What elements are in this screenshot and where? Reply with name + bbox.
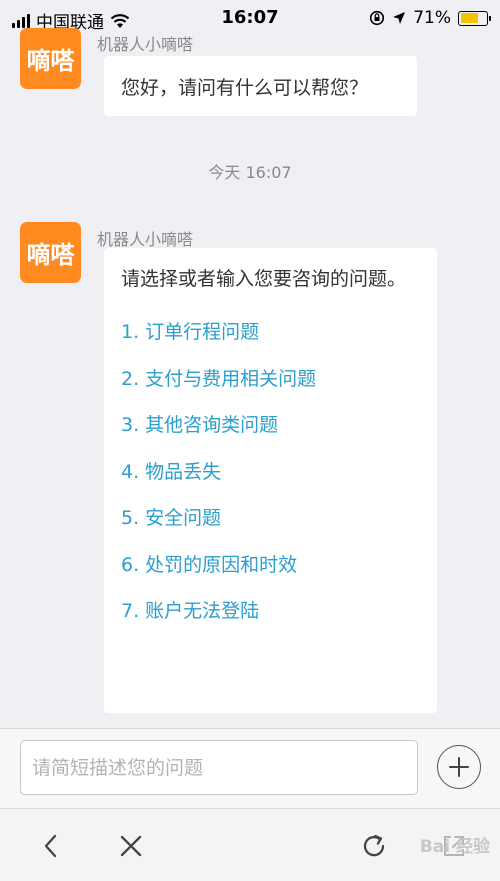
option-link[interactable]: 6. 处罚的原因和时效 [121, 550, 420, 597]
add-attachment-button[interactable] [437, 745, 481, 789]
battery-percent: 71% [413, 8, 451, 28]
option-link[interactable]: 4. 物品丢失 [121, 457, 420, 504]
battery-fill [460, 13, 479, 23]
close-icon [120, 835, 142, 857]
plus-icon [449, 757, 469, 777]
sender-name: 机器人小嘀嗒 [97, 230, 194, 249]
watermark: Bai 经验 [419, 837, 490, 857]
menu-message-bubble: 请选择或者输入您要咨询的问题。 1. 订单行程问题 2. 支付与费用相关问题 3… [104, 248, 437, 713]
option-link[interactable]: 5. 安全问题 [121, 503, 420, 550]
message-input[interactable] [20, 740, 418, 795]
rotation-lock-icon [370, 10, 385, 26]
back-button[interactable] [34, 829, 68, 863]
option-link[interactable]: 1. 订单行程问题 [121, 317, 420, 364]
reload-button[interactable] [357, 829, 391, 863]
option-link[interactable]: 7. 账户无法登陆 [121, 596, 420, 643]
battery-icon [458, 10, 491, 26]
menu-prompt: 请选择或者输入您要咨询的问题。 [121, 268, 407, 290]
question-options: 1. 订单行程问题 2. 支付与费用相关问题 3. 其他咨询类问题 4. 物品丢… [121, 317, 420, 643]
option-link[interactable]: 3. 其他咨询类问题 [121, 410, 420, 457]
option-link[interactable]: 2. 支付与费用相关问题 [121, 364, 420, 411]
close-button[interactable] [114, 829, 148, 863]
location-icon [393, 12, 406, 24]
message-bubble: 您好，请问有什么可以帮您？ [104, 56, 417, 116]
bot-avatar[interactable]: 嘀嗒 [20, 28, 81, 89]
reload-icon [363, 834, 385, 857]
back-icon [44, 834, 57, 858]
bot-avatar[interactable]: 嘀嗒 [20, 222, 81, 283]
browser-toolbar: Bai 经验 [0, 808, 500, 881]
sender-name: 机器人小嘀嗒 [97, 35, 194, 54]
message-timestamp: 今天 16:07 [208, 163, 292, 182]
message-composer [0, 728, 500, 808]
avatar-text: 嘀嗒 [26, 47, 75, 75]
message-text: 您好，请问有什么可以帮您？ [121, 77, 369, 99]
avatar-text: 嘀嗒 [26, 241, 75, 269]
status-right: 71% [369, 8, 491, 28]
